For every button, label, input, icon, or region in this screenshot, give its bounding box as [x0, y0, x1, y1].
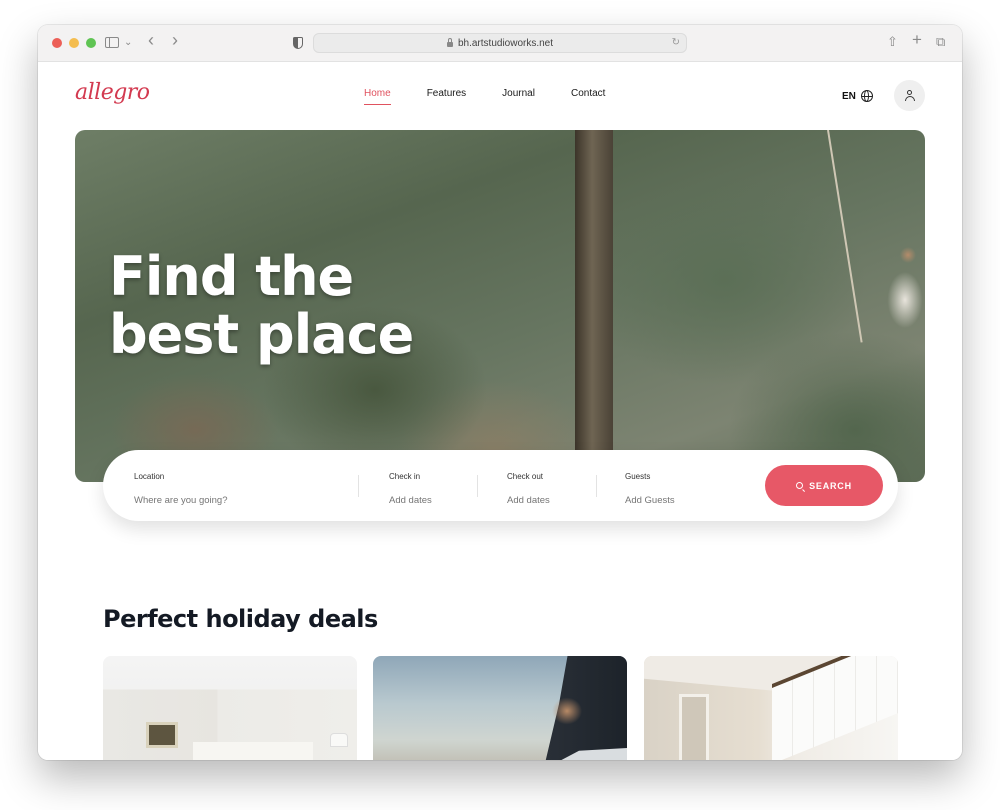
address-bar[interactable]: bh.artstudioworks.net ↻ — [313, 33, 687, 53]
location-field: Location — [134, 472, 334, 508]
hero-title: Find the best place — [109, 245, 414, 366]
nav-features[interactable]: Features — [427, 88, 466, 105]
guests-label: Guests — [625, 472, 651, 481]
deal-image-bedroom — [146, 722, 178, 748]
language-code: EN — [842, 90, 856, 102]
maximize-window-button[interactable] — [86, 38, 96, 48]
field-divider — [358, 475, 359, 497]
browser-window: ⌄ ‹ › bh.artstudioworks.net ↻ ⇧ + ⧉ alle… — [38, 25, 962, 760]
forward-icon[interactable]: › — [172, 31, 178, 49]
privacy-shield-icon[interactable] — [293, 37, 303, 49]
web-page: allegro Home Features Journal Contact EN… — [38, 62, 962, 760]
field-divider — [596, 475, 597, 497]
deal-image-detail — [331, 734, 347, 746]
user-icon — [904, 90, 915, 101]
url-text: bh.artstudioworks.net — [457, 37, 554, 49]
hero-image-swing-rope — [827, 130, 863, 343]
reload-icon[interactable]: ↻ — [672, 37, 680, 48]
back-icon[interactable]: ‹ — [148, 31, 154, 49]
deal-image-detail — [679, 694, 709, 760]
new-tab-icon[interactable]: + — [912, 31, 922, 48]
check-out-input[interactable] — [507, 495, 587, 506]
deals-heading: Perfect holiday deals — [103, 605, 378, 633]
share-icon[interactable]: ⇧ — [887, 35, 898, 49]
deal-image-detail — [193, 742, 313, 760]
site-logo[interactable]: allegro — [75, 80, 150, 105]
location-input[interactable] — [134, 495, 334, 506]
search-icon — [796, 482, 804, 489]
minimize-window-button[interactable] — [69, 38, 79, 48]
deal-card[interactable] — [644, 656, 898, 760]
language-selector[interactable]: EN — [842, 90, 873, 102]
check-in-label: Check in — [389, 472, 421, 481]
guests-input[interactable] — [625, 495, 725, 506]
hero-image-person-on-swing — [865, 245, 925, 345]
search-button-label: SEARCH — [809, 480, 852, 491]
browser-toolbar: ⌄ ‹ › bh.artstudioworks.net ↻ ⇧ + ⧉ — [38, 25, 962, 62]
check-in-field: Check in — [389, 472, 469, 508]
hero-image-tree-trunk — [575, 130, 613, 482]
lock-icon — [446, 37, 453, 47]
deal-image-detail — [547, 696, 587, 756]
nav-home[interactable]: Home — [364, 88, 391, 105]
field-divider — [477, 475, 478, 497]
check-out-field: Check out — [507, 472, 587, 508]
check-in-input[interactable] — [389, 495, 469, 506]
tabs-overview-icon[interactable]: ⧉ — [936, 35, 945, 49]
globe-icon — [860, 90, 873, 102]
guests-field: Guests — [625, 472, 725, 508]
location-label: Location — [134, 472, 165, 481]
nav-journal[interactable]: Journal — [502, 88, 535, 105]
deal-card[interactable] — [103, 656, 357, 760]
sidebar-toggle-icon[interactable] — [105, 37, 119, 48]
close-window-button[interactable] — [52, 38, 62, 48]
search-bar: Location Check in Check out Guests SEARC… — [103, 450, 898, 521]
window-controls — [52, 38, 96, 48]
check-out-label: Check out — [507, 472, 544, 481]
deal-card[interactable] — [373, 656, 627, 760]
nav-contact[interactable]: Contact — [571, 88, 605, 105]
chevron-down-icon[interactable]: ⌄ — [124, 36, 132, 50]
search-button[interactable]: SEARCH — [765, 465, 883, 506]
account-button[interactable] — [894, 80, 925, 111]
main-nav: Home Features Journal Contact — [364, 88, 641, 105]
hero-banner: Find the best place — [75, 130, 925, 482]
